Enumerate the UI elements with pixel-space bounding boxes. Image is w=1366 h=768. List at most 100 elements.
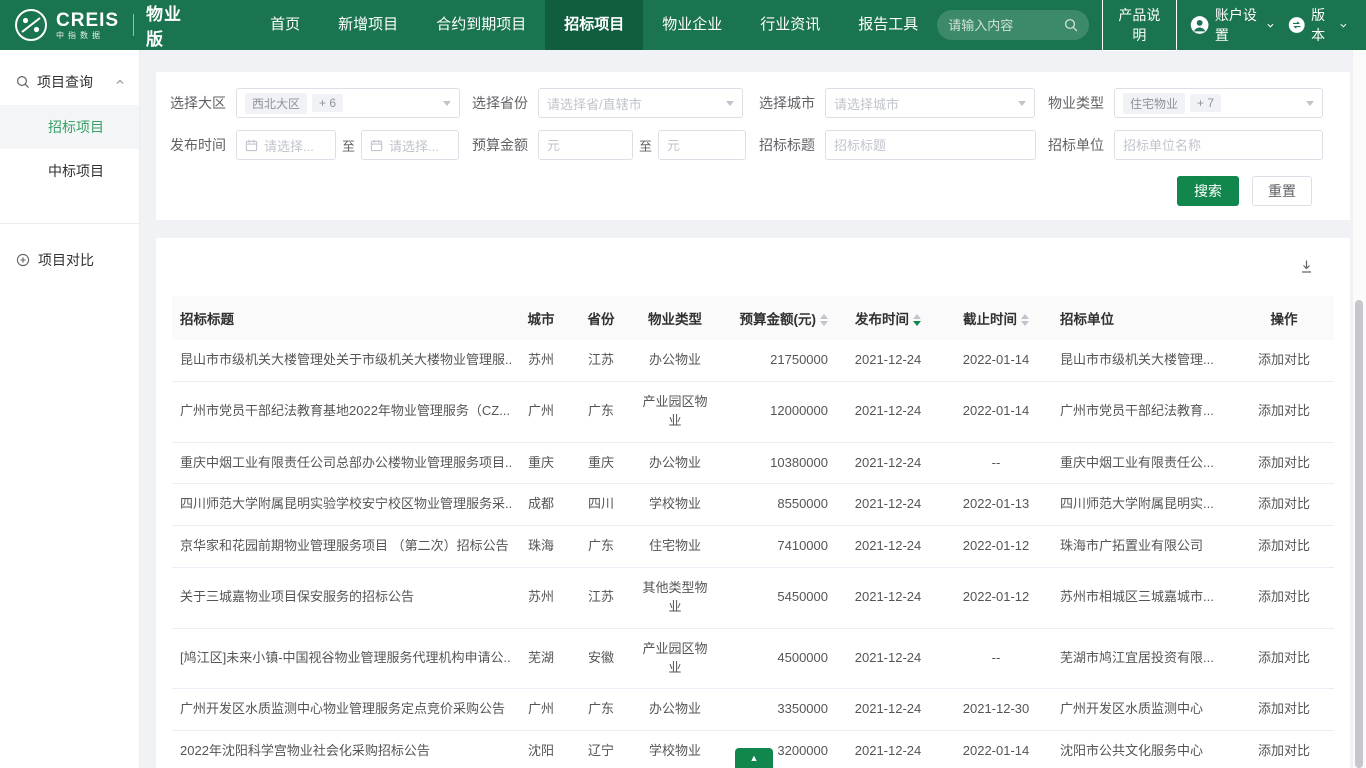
col-publish[interactable]: 发布时间: [836, 296, 940, 340]
budget-max-input[interactable]: [667, 131, 737, 159]
add-compare-link[interactable]: 添加对比: [1234, 442, 1334, 484]
chevron-down-icon: [726, 101, 734, 106]
property-type-select[interactable]: 住宅物业 + 7: [1114, 88, 1323, 118]
bid-title-filter-label: 招标标题: [759, 135, 815, 155]
table-row: 关于三城嘉物业项目保安服务的招标公告苏州江苏其他类型物业54500002021-…: [172, 568, 1334, 629]
sort-icon[interactable]: [1021, 314, 1029, 326]
cell-budget: 8550000: [718, 484, 836, 526]
download-icon[interactable]: [1299, 259, 1314, 274]
cell-city: 珠海: [512, 526, 570, 568]
cell-title[interactable]: [鸠江区]未来小镇-中国视谷物业管理服务代理机构申请公...: [172, 628, 512, 689]
cell-publish: 2021-12-24: [836, 442, 940, 484]
account-settings-menu[interactable]: 账户设置: [1190, 5, 1275, 45]
cell-type: 办公物业: [632, 442, 718, 484]
publish-date-end-input[interactable]: 请选择...: [361, 130, 459, 160]
nav-item-报告工具[interactable]: 报告工具: [839, 0, 937, 50]
cell-city: 重庆: [512, 442, 570, 484]
add-compare-link[interactable]: 添加对比: [1234, 731, 1334, 768]
cell-title[interactable]: 广州市党员干部纪法教育基地2022年物业管理服务（CZ...: [172, 381, 512, 442]
cell-publish: 2021-12-24: [836, 568, 940, 629]
cell-title[interactable]: 昆山市市级机关大楼管理处关于市级机关大楼物业管理服...: [172, 340, 512, 381]
creis-logo[interactable]: CREIS 中指数据: [14, 8, 119, 42]
cell-city: 苏州: [512, 340, 570, 381]
filter-row-2: 发布时间 请选择... 至 请选择...: [170, 130, 1336, 160]
main-content: 选择大区 西北大区 + 6 选择省份 请选择省/直辖市 选择城市 请选择城市: [140, 50, 1366, 768]
nav-item-新增项目[interactable]: 新增项目: [319, 0, 417, 50]
add-compare-link[interactable]: 添加对比: [1234, 568, 1334, 629]
cell-title[interactable]: 四川师范大学附属昆明实验学校安宁校区物业管理服务采...: [172, 484, 512, 526]
table-row: 昆山市市级机关大楼管理处关于市级机关大楼物业管理服...苏州江苏办公物业2175…: [172, 340, 1334, 381]
bid-unit-input[interactable]: [1123, 131, 1314, 159]
province-placeholder: 请选择省/直辖市: [547, 94, 642, 113]
cell-title[interactable]: 重庆中烟工业有限责任公司总部办公楼物业管理服务项目...: [172, 442, 512, 484]
cell-title[interactable]: 广州开发区水质监测中心物业管理服务定点竞价采购公告: [172, 689, 512, 731]
circle-plus-icon: [16, 253, 30, 267]
publish-date-filter-label: 发布时间: [170, 135, 226, 155]
add-compare-link[interactable]: 添加对比: [1234, 689, 1334, 731]
table-row: 重庆中烟工业有限责任公司总部办公楼物业管理服务项目...重庆重庆办公物业1038…: [172, 442, 1334, 484]
reset-button[interactable]: 重置: [1252, 176, 1312, 206]
chevron-up-icon: [115, 77, 125, 87]
bid-unit-filter-label: 招标单位: [1048, 135, 1104, 155]
cell-unit: 广州市党员干部纪法教育...: [1052, 381, 1234, 442]
property-type-filter-label: 物业类型: [1048, 93, 1104, 113]
search-button[interactable]: 搜索: [1177, 176, 1239, 206]
sort-icon[interactable]: [820, 314, 828, 326]
cell-title[interactable]: 京华家和花园前期物业管理服务项目 （第二次）招标公告: [172, 526, 512, 568]
sidebar-item-中标项目[interactable]: 中标项目: [0, 149, 139, 193]
publish-date-start-input[interactable]: 请选择...: [236, 130, 336, 160]
add-compare-link[interactable]: 添加对比: [1234, 526, 1334, 568]
logo-text: CREIS 中指数据: [56, 11, 119, 40]
province-select[interactable]: 请选择省/直辖市: [538, 88, 743, 118]
version-menu[interactable]: 版本: [1288, 5, 1348, 45]
region-more-tag: + 6: [312, 94, 343, 112]
cell-title[interactable]: 关于三城嘉物业项目保安服务的招标公告: [172, 568, 512, 629]
nav-item-合约到期项目[interactable]: 合约到期项目: [417, 0, 545, 50]
cell-type: 办公物业: [632, 689, 718, 731]
global-search-input[interactable]: [948, 18, 1064, 33]
results-panel: 招标标题 城市 省份 物业类型 预算金额(元) 发布时间 截止时间 招标单位 操…: [156, 238, 1350, 768]
calendar-icon: [245, 139, 258, 152]
scrollbar-thumb[interactable]: [1355, 300, 1363, 768]
nav-item-招标项目[interactable]: 招标项目: [545, 0, 643, 50]
back-to-top-button[interactable]: ▲: [735, 748, 773, 768]
cell-unit: 芜湖市鸠江宜居投资有限...: [1052, 628, 1234, 689]
table-body: 昆山市市级机关大楼管理处关于市级机关大楼物业管理服...苏州江苏办公物业2175…: [172, 340, 1334, 768]
cell-city: 广州: [512, 381, 570, 442]
cell-publish: 2021-12-24: [836, 340, 940, 381]
sidebar-group-project-query[interactable]: 项目查询: [0, 50, 139, 105]
date-to-label: 至: [342, 136, 355, 155]
sidebar-item-招标项目[interactable]: 招标项目: [0, 105, 139, 149]
cell-type: 产业园区物业: [632, 381, 718, 442]
cell-province: 辽宁: [570, 731, 632, 768]
bid-title-input[interactable]: [834, 131, 1027, 159]
global-search-box[interactable]: [937, 10, 1089, 40]
cell-province: 广东: [570, 689, 632, 731]
region-select[interactable]: 西北大区 + 6: [236, 88, 460, 118]
account-label: 账户设置: [1215, 5, 1260, 45]
add-compare-link[interactable]: 添加对比: [1234, 340, 1334, 381]
property-type-tag: 住宅物业: [1123, 93, 1185, 114]
search-icon[interactable]: [1064, 18, 1078, 32]
sidebar-item-project-compare[interactable]: 项目对比: [0, 224, 139, 282]
sort-icon-active-desc[interactable]: [913, 314, 921, 326]
product-info-button[interactable]: 产品说明: [1102, 0, 1176, 51]
col-deadline[interactable]: 截止时间: [940, 296, 1052, 340]
cell-title[interactable]: 2022年沈阳科学宫物业社会化采购招标公告: [172, 731, 512, 768]
cell-budget: 5450000: [718, 568, 836, 629]
cell-city: 芜湖: [512, 628, 570, 689]
add-compare-link[interactable]: 添加对比: [1234, 484, 1334, 526]
add-compare-link[interactable]: 添加对比: [1234, 381, 1334, 442]
brand-name: CREIS: [56, 11, 119, 30]
city-select[interactable]: 请选择城市: [825, 88, 1035, 118]
nav-item-物业企业[interactable]: 物业企业: [643, 0, 741, 50]
property-type-more-tag: + 7: [1190, 94, 1221, 112]
add-compare-link[interactable]: 添加对比: [1234, 628, 1334, 689]
col-budget[interactable]: 预算金额(元): [718, 296, 836, 340]
cell-type: 学校物业: [632, 484, 718, 526]
chevron-down-icon: [1339, 20, 1348, 31]
budget-min-input[interactable]: [547, 131, 624, 159]
bid-title-field: [825, 130, 1036, 160]
nav-item-首页[interactable]: 首页: [251, 0, 319, 50]
nav-item-行业资讯[interactable]: 行业资讯: [741, 0, 839, 50]
